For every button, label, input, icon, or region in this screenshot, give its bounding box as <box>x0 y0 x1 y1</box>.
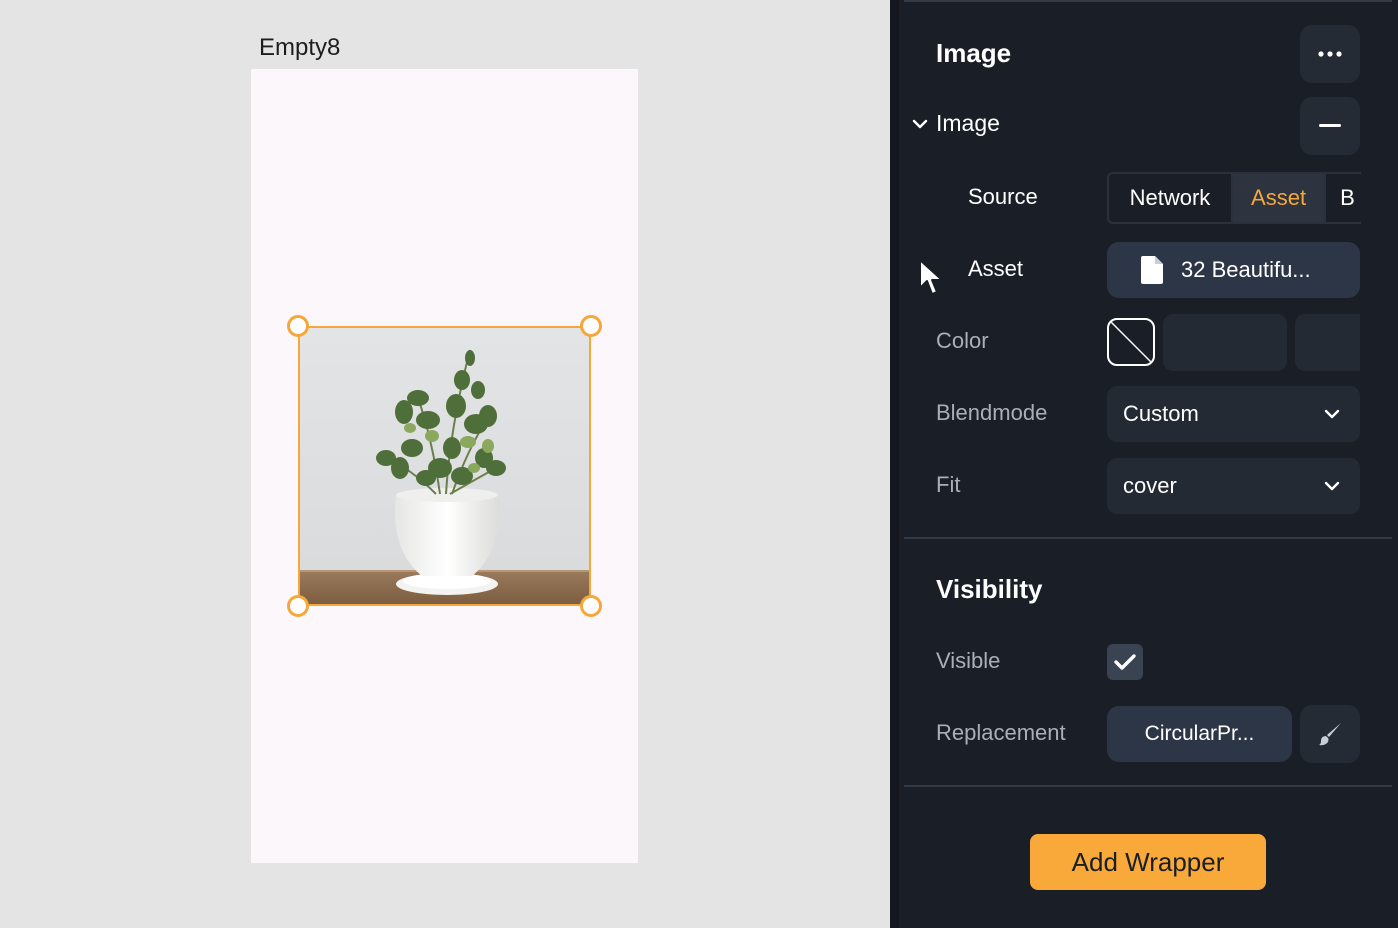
chevron-down-icon <box>912 119 928 128</box>
asset-value: 32 Beautifu... <box>1181 257 1311 282</box>
replacement-label: Replacement <box>936 720 1066 745</box>
asset-picker-button[interactable]: 32 Beautifu... <box>1107 242 1360 298</box>
asset-label: Asset <box>968 256 1024 281</box>
selected-image[interactable] <box>298 326 591 606</box>
blendmode-label: Blendmode <box>936 400 1048 425</box>
file-icon <box>1141 256 1163 284</box>
color-label: Color <box>936 328 989 353</box>
no-color-icon <box>1109 320 1153 364</box>
visible-checkbox[interactable] <box>1107 644 1143 680</box>
divider <box>904 537 1392 539</box>
resize-handle-bottom-right[interactable] <box>580 595 602 617</box>
image-subsection-toggle[interactable]: Image <box>912 110 1000 137</box>
blendmode-select[interactable]: Custom <box>1107 386 1360 442</box>
resize-handle-bottom-left[interactable] <box>287 595 309 617</box>
source-option-b[interactable]: B <box>1326 174 1361 222</box>
resize-handle-top-right[interactable] <box>580 315 602 337</box>
visibility-section-title: Visibility <box>936 574 1043 604</box>
brush-icon <box>1319 723 1341 746</box>
divider <box>904 785 1392 787</box>
design-canvas[interactable]: Empty8 <box>0 0 890 928</box>
plant-image <box>300 328 589 604</box>
ellipsis-icon <box>1318 51 1342 57</box>
replacement-style-button[interactable] <box>1300 705 1360 763</box>
image-subsection-label: Image <box>936 110 1000 136</box>
color-hex-input[interactable] <box>1163 314 1287 371</box>
fit-label: Fit <box>936 472 961 497</box>
source-option-network[interactable]: Network <box>1109 174 1233 222</box>
replacement-picker-button[interactable]: CircularPr... <box>1107 706 1292 762</box>
fit-value: cover <box>1123 473 1177 498</box>
image-section-title: Image <box>936 38 1012 68</box>
remove-image-button[interactable] <box>1300 97 1360 155</box>
properties-panel: Image Image Source Network Asset B Asset… <box>890 0 1398 928</box>
visible-label: Visible <box>936 648 1001 673</box>
frame-label[interactable]: Empty8 <box>259 34 340 62</box>
color-opacity-input[interactable] <box>1295 314 1360 371</box>
add-wrapper-button[interactable]: Add Wrapper <box>1030 834 1266 890</box>
chevron-down-icon <box>1324 409 1340 419</box>
blendmode-value: Custom <box>1123 401 1199 426</box>
checkmark-icon <box>1114 654 1136 670</box>
source-label: Source <box>968 184 1038 209</box>
more-options-button[interactable] <box>1300 25 1360 83</box>
color-swatch-none[interactable] <box>1107 318 1155 366</box>
mouse-cursor-icon <box>919 259 943 295</box>
fit-select[interactable]: cover <box>1107 458 1360 514</box>
chevron-down-icon <box>1324 481 1340 491</box>
source-segmented-control: Network Asset B <box>1107 172 1361 224</box>
source-option-asset[interactable]: Asset <box>1232 174 1327 222</box>
minus-icon <box>1319 124 1341 127</box>
divider <box>904 0 1392 2</box>
replacement-value: CircularPr... <box>1144 722 1255 745</box>
panel-edge[interactable] <box>890 0 899 928</box>
resize-handle-top-left[interactable] <box>287 315 309 337</box>
